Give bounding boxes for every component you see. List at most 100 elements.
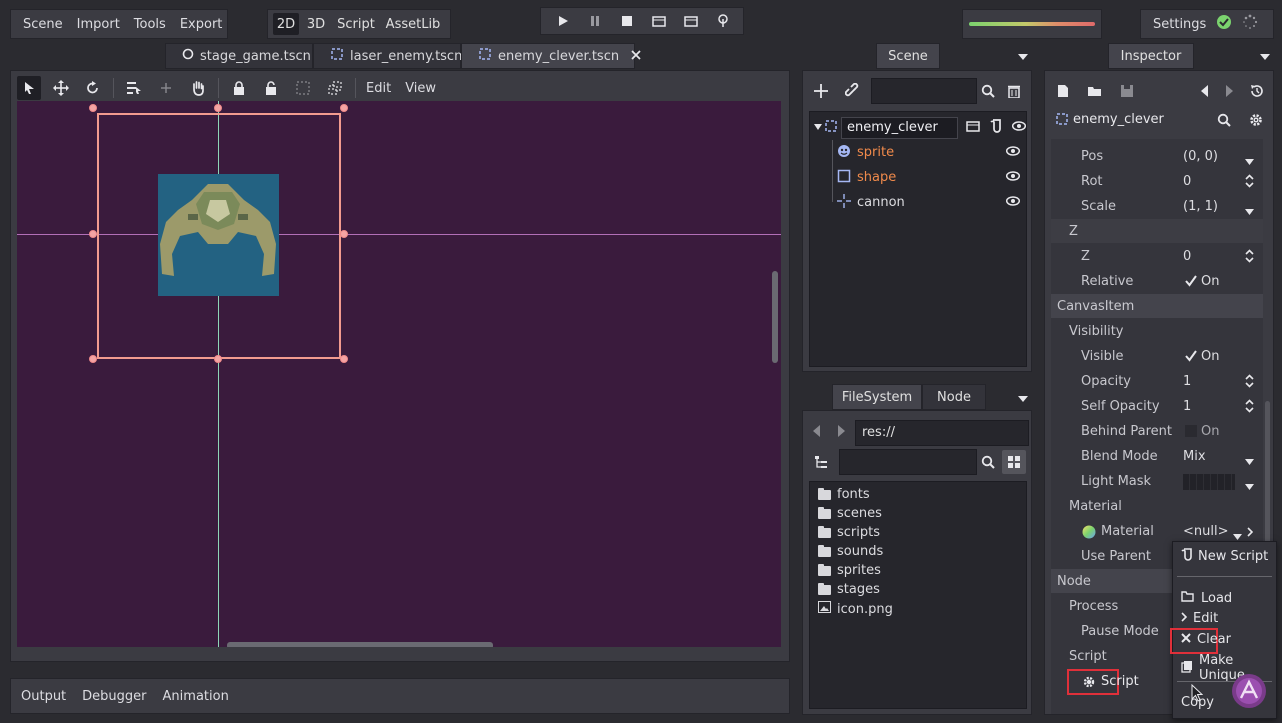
fs-folder-scenes[interactable]: scenes <box>818 506 882 521</box>
viewport-view-menu[interactable]: View <box>405 81 436 96</box>
prop-blend-value[interactable]: Mix <box>1183 449 1206 464</box>
horizontal-scrollbar[interactable] <box>227 642 493 647</box>
dropdown-arrow-icon[interactable] <box>1245 204 1254 219</box>
new-resource-icon[interactable] <box>1051 79 1075 103</box>
pause-icon[interactable] <box>583 9 607 33</box>
delete-icon[interactable] <box>1002 79 1026 103</box>
inspector-tab[interactable]: Inspector <box>1108 43 1194 69</box>
debugger-tab[interactable]: Debugger <box>82 689 146 704</box>
open-resource-icon[interactable] <box>1083 79 1107 103</box>
prop-z-value[interactable]: 0 <box>1183 249 1191 264</box>
prop-rot-value[interactable]: 0 <box>1183 174 1191 189</box>
scene-tree-item-shape[interactable]: shape <box>810 165 1026 190</box>
spin-updown-icon[interactable] <box>1245 249 1254 267</box>
settings-button[interactable]: Settings <box>1153 17 1206 32</box>
scene-tree-item-cannon[interactable]: cannon <box>810 190 1026 215</box>
prop-material-value[interactable]: <null> <box>1183 524 1229 539</box>
scene-dock-tab[interactable]: Scene <box>876 43 940 69</box>
dropdown-arrow-icon[interactable] <box>1245 479 1254 494</box>
history-icon[interactable] <box>1245 79 1269 103</box>
menu-item-edit[interactable]: Edit <box>1181 611 1218 626</box>
fs-folder-sprites[interactable]: sprites <box>818 563 881 578</box>
prop-opacity-value[interactable]: 1 <box>1183 374 1191 389</box>
scene-tab-stage-game[interactable]: stage_game.tscn <box>165 43 313 69</box>
fs-folder-stages[interactable]: stages <box>818 582 880 597</box>
rotate-tool-icon[interactable] <box>81 76 105 100</box>
fs-folder-sounds[interactable]: sounds <box>818 544 883 559</box>
root-node-name-field[interactable]: enemy_clever <box>841 116 958 139</box>
menu-export[interactable]: Export <box>180 17 223 32</box>
pivot-tool-icon[interactable] <box>154 76 178 100</box>
search-icon[interactable] <box>1212 108 1236 132</box>
fs-folder-fonts[interactable]: fonts <box>818 487 870 502</box>
forward-arrow-icon[interactable] <box>837 425 845 441</box>
resize-handle[interactable] <box>214 104 222 112</box>
dock-menu-icon[interactable] <box>1018 392 1028 407</box>
checkbox-unchecked-icon[interactable] <box>1185 425 1197 437</box>
ungroup-icon[interactable] <box>323 76 347 100</box>
resize-handle[interactable] <box>340 104 348 112</box>
prop-selfopacity-value[interactable]: 1 <box>1183 399 1191 414</box>
prop-scale-value[interactable]: (1, 1) <box>1183 199 1218 214</box>
play-scene-icon[interactable] <box>647 9 671 33</box>
menu-import[interactable]: Import <box>77 17 120 32</box>
collapse-arrow-icon[interactable] <box>814 120 822 135</box>
scene-filter-input[interactable] <box>871 78 977 104</box>
dropdown-arrow-icon[interactable] <box>1245 454 1254 469</box>
remote-debug-icon[interactable] <box>711 9 735 33</box>
add-node-icon[interactable] <box>809 79 833 103</box>
checkbox-checked-icon[interactable] <box>1185 350 1197 366</box>
viewport-edit-menu[interactable]: Edit <box>366 81 391 96</box>
dock-menu-icon[interactable] <box>1018 50 1028 65</box>
menu-item-new-script[interactable]: New Script <box>1181 548 1268 565</box>
visibility-eye-icon[interactable] <box>1005 145 1021 160</box>
menu-item-clear[interactable]: Clear <box>1181 632 1231 647</box>
animation-tab[interactable]: Animation <box>163 689 229 704</box>
history-forward-icon[interactable] <box>1225 85 1233 101</box>
visibility-eye-icon[interactable] <box>1005 170 1021 185</box>
resize-handle[interactable] <box>214 355 222 363</box>
visibility-eye-icon[interactable] <box>1011 120 1027 135</box>
instance-link-icon[interactable] <box>841 79 865 103</box>
section-z[interactable] <box>1051 219 1263 243</box>
search-icon[interactable] <box>976 450 1000 474</box>
scene-tab-enemy-clever[interactable]: enemy_clever.tscn <box>461 43 641 69</box>
chevron-right-icon[interactable] <box>1247 526 1254 541</box>
save-resource-icon[interactable] <box>1115 79 1139 103</box>
script-icon[interactable] <box>990 118 1002 137</box>
play-icon[interactable] <box>551 9 575 33</box>
lock-icon[interactable] <box>227 76 251 100</box>
tree-view-icon[interactable] <box>809 450 833 474</box>
vertical-scrollbar[interactable] <box>772 271 778 363</box>
node-tab[interactable]: Node <box>922 384 986 410</box>
mode-3d-button[interactable]: 3D <box>303 13 329 35</box>
search-icon[interactable] <box>976 79 1000 103</box>
file-search-input[interactable] <box>839 449 977 475</box>
scene-tab-laser-enemy[interactable]: laser_enemy.tscn <box>313 43 462 69</box>
output-tab[interactable]: Output <box>21 689 66 704</box>
mode-script-button[interactable]: Script <box>333 13 379 35</box>
dock-menu-icon[interactable] <box>1260 50 1270 65</box>
resize-handle[interactable] <box>89 230 97 238</box>
move-tool-icon[interactable] <box>49 76 73 100</box>
unlock-icon[interactable] <box>259 76 283 100</box>
instance-scene-icon[interactable] <box>966 120 980 136</box>
select-tool-icon[interactable] <box>17 76 41 100</box>
menu-tools[interactable]: Tools <box>134 17 166 32</box>
fs-file-icon-png[interactable]: icon.png <box>818 601 893 617</box>
spin-updown-icon[interactable] <box>1245 399 1254 417</box>
resize-handle[interactable] <box>340 230 348 238</box>
canvas-2d[interactable] <box>17 101 781 647</box>
mode-assetlib-button[interactable]: AssetLib <box>383 13 443 35</box>
resize-handle[interactable] <box>340 355 348 363</box>
filesystem-tab[interactable]: FileSystem <box>832 384 922 410</box>
fs-folder-scripts[interactable]: scripts <box>818 525 880 540</box>
dropdown-arrow-icon[interactable] <box>1245 154 1254 169</box>
gear-icon[interactable] <box>1244 108 1268 132</box>
path-field[interactable]: res:// <box>855 420 1029 446</box>
group-icon[interactable] <box>291 76 315 100</box>
visibility-eye-icon[interactable] <box>1005 195 1021 210</box>
resize-handle[interactable] <box>89 104 97 112</box>
pan-tool-icon[interactable] <box>186 76 210 100</box>
stop-icon[interactable] <box>615 9 639 33</box>
